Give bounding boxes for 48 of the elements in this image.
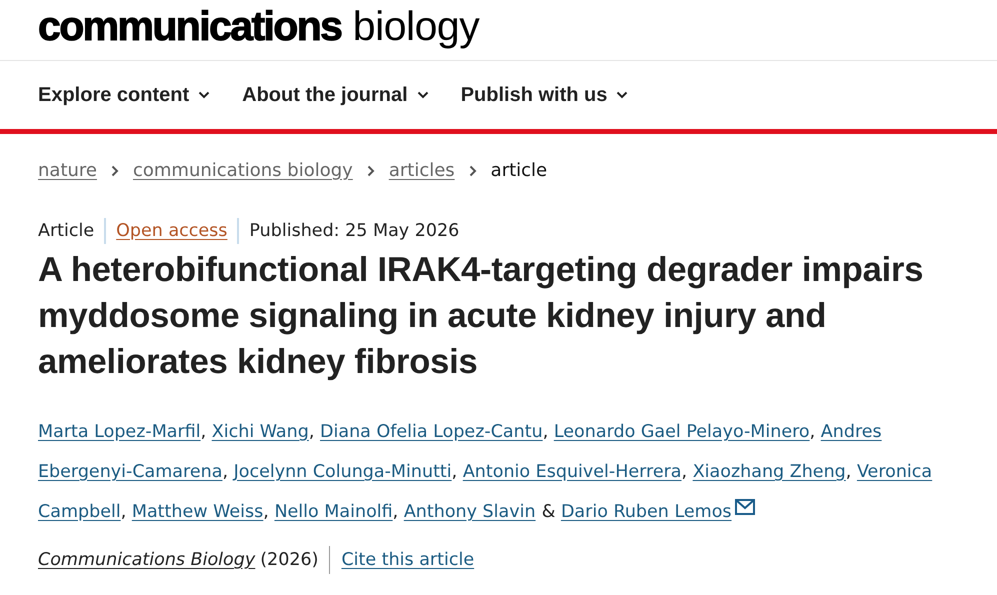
published-date: Published: 25 May 2026 xyxy=(249,221,460,241)
author-link[interactable]: Leonardo Gael Pelayo-Minero xyxy=(554,422,810,442)
nav-menu-button[interactable]: Explore content xyxy=(38,84,210,106)
chevron-right-icon xyxy=(366,164,375,176)
chevron-down-icon xyxy=(416,91,429,99)
article-title: A heterobifunctional IRAK4-targeting degrader impairs myddosome signaling in acute kidney injury and ameliorates kidney fibrosis xyxy=(38,250,924,383)
author-link[interactable]: Andres xyxy=(820,422,882,442)
separator-text: , xyxy=(308,422,314,442)
author-link[interactable]: Xiaozhang Zheng xyxy=(692,462,846,482)
breadcrumb-link[interactable]: communications biology xyxy=(132,160,353,181)
separator-text: , xyxy=(392,502,398,522)
breadcrumb-current: article xyxy=(490,160,548,181)
chevron-right-icon xyxy=(110,164,119,176)
chevron-down-icon xyxy=(198,91,210,99)
author-link[interactable]: Jocelynn Colunga-Minutti xyxy=(234,462,452,482)
separator-text: , xyxy=(263,502,269,522)
author-link[interactable]: Diana Ofelia Lopez-Cantu xyxy=(320,422,543,442)
journal-link[interactable]: Communications Biology xyxy=(38,550,256,570)
nav-menu-button[interactable]: About the journal xyxy=(242,84,429,106)
chevron-down-icon xyxy=(616,91,628,99)
author-link[interactable]: Nello Mainolfi xyxy=(274,502,393,522)
author-link[interactable]: Marta Lopez-Marfil xyxy=(38,422,201,442)
separator-text: , xyxy=(200,422,206,442)
separator-text: & xyxy=(542,502,556,522)
author-link[interactable]: Matthew Weiss xyxy=(132,502,264,522)
separator-text: , xyxy=(682,462,688,482)
separator-text: , xyxy=(542,422,548,442)
separator-text: , xyxy=(452,462,458,482)
author-link[interactable]: Campbell xyxy=(38,502,121,522)
chevron-right-icon xyxy=(468,164,477,176)
breadcrumb-link[interactable]: articles xyxy=(388,160,455,181)
nav-menu-button[interactable]: Publish with us xyxy=(460,84,628,106)
author-link[interactable]: Dario Ruben Lemos xyxy=(560,502,732,522)
separator-text: , xyxy=(222,462,228,482)
journal-logo[interactable]: communications biology xyxy=(38,2,480,50)
publication-year: (2026) xyxy=(260,550,318,570)
author-link[interactable]: Ebergenyi-Camarena xyxy=(38,462,222,482)
separator-text: , xyxy=(810,422,816,442)
breadcrumb-link[interactable]: nature xyxy=(38,160,97,181)
cite-article-link[interactable]: Cite this article xyxy=(341,550,474,570)
open-access-link[interactable]: Open access xyxy=(116,221,228,241)
author-link[interactable]: Antonio Esquivel-Herrera xyxy=(462,462,682,482)
separator-text: , xyxy=(846,462,852,482)
article-type: Article xyxy=(38,221,94,241)
author-link[interactable]: Xichi Wang xyxy=(212,422,309,442)
separator-text: , xyxy=(120,502,126,522)
author-link[interactable]: Anthony Slavin xyxy=(404,502,536,522)
author-link[interactable]: Veronica xyxy=(856,462,932,482)
